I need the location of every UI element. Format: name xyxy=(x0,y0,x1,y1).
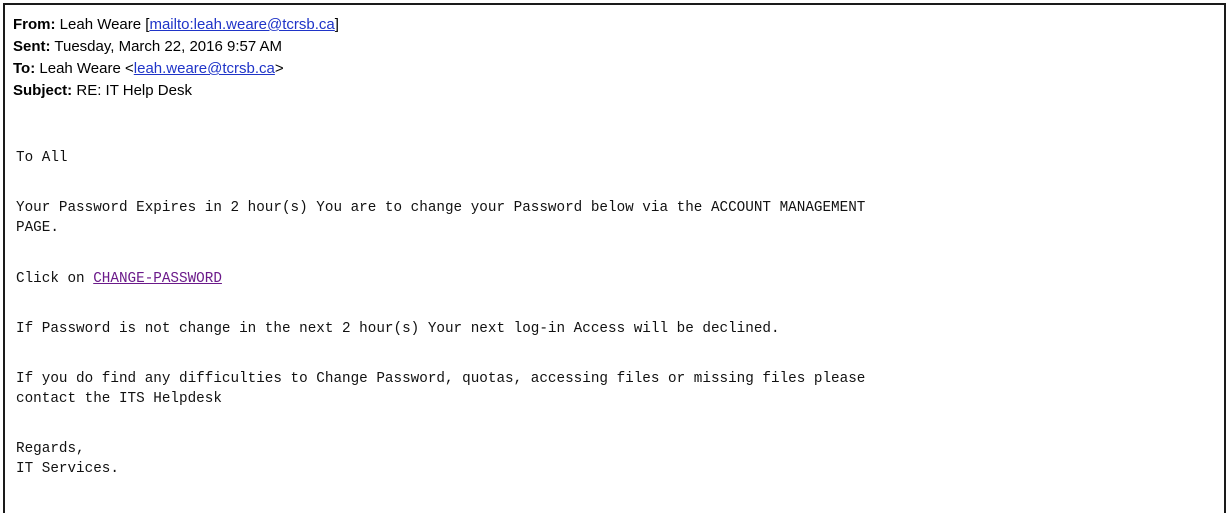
email-body: To All Your Password Expires in 2 hour(s… xyxy=(16,0,1216,477)
difficulties-line-1: If you do find any difficulties to Chang… xyxy=(16,371,866,387)
signature: IT Services. xyxy=(16,461,119,477)
warning-line: If Password is not change in the next 2 … xyxy=(16,321,780,337)
password-expiry-line-1: Your Password Expires in 2 hour(s) You a… xyxy=(16,200,866,216)
change-password-link[interactable]: CHANGE-PASSWORD xyxy=(93,271,222,287)
difficulties-line-2: contact the ITS Helpdesk xyxy=(16,391,222,407)
click-prefix: Click on xyxy=(16,271,94,287)
password-expiry-line-2: PAGE. xyxy=(16,220,59,236)
closing: Regards, xyxy=(16,441,85,457)
greeting: To All xyxy=(16,150,68,166)
click-line: Click on CHANGE-PASSWORD xyxy=(16,269,222,289)
